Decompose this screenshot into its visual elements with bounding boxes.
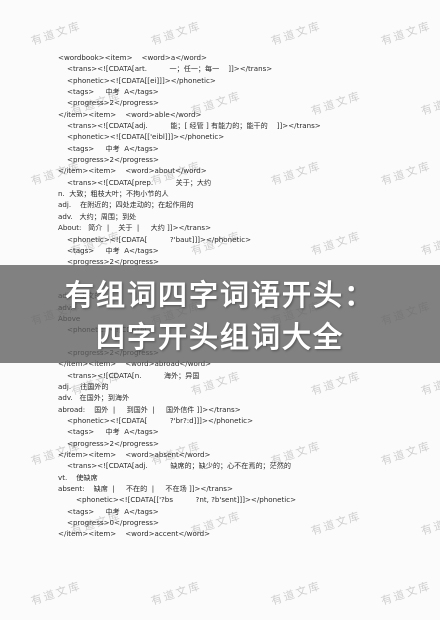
watermark-text: 有道文库	[379, 579, 433, 608]
document-line: </item><item> <word>about</word>	[58, 166, 207, 176]
document-line: <trans><![CDATA[prep. 关于；大约	[58, 177, 212, 187]
document-line: <phonetic><![CDATA[[ei]]]></phonetic>	[58, 75, 216, 85]
watermark-text: 有道文库	[149, 579, 203, 608]
document-line: <trans><![CDATA[adj. 缺席的；缺少的；心不在焉的；茫然的	[58, 461, 291, 471]
document-line: About: 简介 | 关于 | 大约 ]]></trans>	[58, 223, 212, 233]
document-line: </item><item> <word>accent</word>	[58, 529, 211, 539]
watermark-text: 有道文库	[379, 19, 433, 48]
watermark-text: 有道文库	[149, 19, 203, 48]
document-line: <tags> 中考 A</tags>	[58, 506, 159, 516]
document-line: vt. 使缺席	[58, 472, 98, 482]
document-line: <phonetic><![CDATA[ ?'br?:d]]]></phoneti…	[58, 416, 254, 425]
document-line: n. 大致；粗枝大叶；不拘小节的人	[58, 189, 169, 199]
document-line: <progress>0</progress>	[58, 518, 159, 528]
watermark-text: 有道文库	[419, 89, 440, 118]
document-line: <progress>2</progress>	[58, 98, 159, 108]
document-line: <phonetic><![CDATA[['eibl]]]></phonetic>	[58, 132, 225, 142]
document-line: adj. 在附近的；四处走动的；在起作用的	[58, 200, 194, 210]
document-line: abroad: 国外 | 到国外 | 国外信件 ]]></trans>	[58, 404, 241, 414]
document-line: </item><item> <word>absent</word>	[58, 450, 211, 460]
document-line: <trans><![CDATA[art. 一；任一；每一 ]]></trans>	[58, 64, 273, 74]
document-line: <tags> 中考 A</tags>	[58, 427, 159, 437]
document-line: <progress>2</progress>	[58, 155, 159, 165]
document-line: adv. 大约；周围；到处	[58, 211, 137, 221]
document-line: <tags> 中考 A</tags>	[58, 87, 159, 97]
watermark-text: 有道文库	[29, 19, 83, 48]
watermark-text: 有道文库	[419, 229, 440, 258]
watermark-text: 有道文库	[269, 579, 323, 608]
document-line: <trans><![CDATA[adj. 能；[ 经管 ] 有能力的；能干的 ]…	[58, 121, 321, 131]
document-line: <phonetic><![CDATA[ ?'baut]]]></phonetic…	[58, 234, 252, 244]
watermark-text: 有道文库	[269, 19, 323, 48]
document-line: <progress>2</progress>	[58, 438, 159, 448]
document-line: adj. 往国外的	[58, 381, 109, 391]
document-line: <wordbook><item> <word>a</word>	[58, 53, 207, 62]
document-line: <tags> 中考 A</tags>	[58, 245, 159, 255]
document-line: absent: 缺席 | 不在的 | 不在场 ]]></trans>	[58, 484, 233, 494]
banner-title-line-1: 有组词四字词语开头：	[64, 278, 375, 312]
document-line: </item><item> <word>able</word>	[58, 109, 202, 119]
document-line: adv. 在国外；到海外	[58, 393, 130, 403]
watermark-text: 有道文库	[29, 579, 83, 608]
watermark-text: 有道文库	[419, 509, 440, 538]
document-line: <trans><![CDATA[n. 海外；异国	[58, 370, 200, 380]
document-line: <tags> 中考 A</tags>	[58, 143, 159, 153]
watermark-text: 有道文库	[419, 369, 440, 398]
document-line: <phonetic><![CDATA[['?bs ?nt, ?b'sent]]]…	[58, 495, 297, 505]
banner-title-line-2: 四字开头组词大全	[95, 320, 344, 354]
